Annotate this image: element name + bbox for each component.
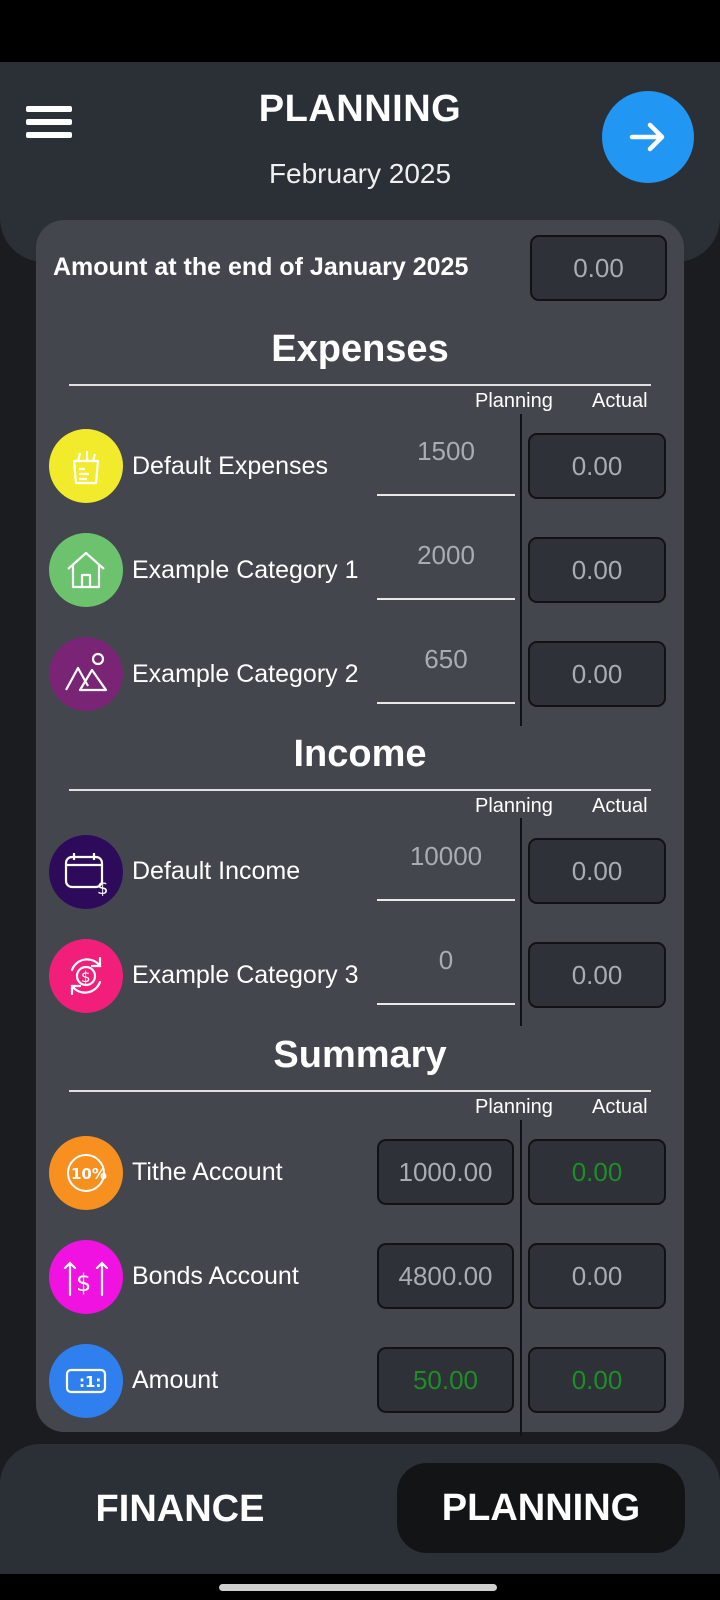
actual-field[interactable]: 0.00	[528, 1243, 666, 1309]
nav-finance-tab[interactable]: FINANCE	[60, 1464, 300, 1554]
category-name: Amount	[132, 1366, 219, 1394]
svg-text:10%: 10%	[71, 1165, 107, 1183]
opening-balance-field[interactable]: 0.00	[530, 235, 667, 301]
actual-column-header: Actual	[592, 1096, 648, 1118]
expenses-divider	[69, 384, 651, 386]
actual-field[interactable]: 0.00	[528, 1139, 666, 1205]
category-name: Example Category 3	[132, 961, 359, 989]
planning-field[interactable]: 1000.00	[377, 1139, 514, 1205]
next-month-button[interactable]	[602, 91, 694, 183]
summary-divider	[69, 1090, 651, 1092]
planning-input[interactable]: 650	[377, 638, 515, 704]
category-name: Default Income	[132, 857, 301, 885]
actual-field[interactable]: 0.00	[528, 1347, 666, 1413]
expenses-heading: Expenses	[271, 328, 449, 370]
income-heading: Income	[293, 733, 427, 775]
opening-balance-label: Amount at the end of January 2025	[53, 253, 469, 281]
planning-input[interactable]: 2000	[377, 534, 515, 600]
nav-planning-tab[interactable]: PLANNING	[397, 1463, 685, 1553]
banknote-icon: :1:	[49, 1344, 123, 1418]
status-bar	[0, 0, 720, 62]
planning-input[interactable]: 0	[377, 939, 515, 1005]
planning-field[interactable]: 4800.00	[377, 1243, 514, 1309]
arrow-right-icon	[629, 122, 665, 152]
svg-text:$: $	[81, 968, 91, 986]
actual-field[interactable]: 0.00	[528, 433, 666, 499]
gesture-handle[interactable]	[219, 1584, 497, 1591]
actual-column-header: Actual	[592, 390, 648, 412]
planning-column-header: Planning	[475, 390, 553, 412]
percent-badge-icon: 10%	[49, 1136, 123, 1210]
planning-input[interactable]: 10000	[377, 835, 515, 901]
actual-field[interactable]: 0.00	[528, 838, 666, 904]
dollar-exchange-icon: $	[49, 939, 123, 1013]
summary-heading: Summary	[273, 1034, 447, 1076]
planning-field[interactable]: 50.00	[377, 1347, 514, 1413]
svg-text:$: $	[76, 1269, 91, 1297]
actual-column-header: Actual	[592, 795, 648, 817]
svg-text:$: $	[97, 878, 108, 896]
actual-field[interactable]: 0.00	[528, 641, 666, 707]
actual-field[interactable]: 0.00	[528, 537, 666, 603]
category-name: Bonds Account	[132, 1262, 299, 1290]
planning-column-header: Planning	[475, 1096, 553, 1118]
column-divider	[520, 1120, 522, 1436]
planning-input[interactable]: 1500	[377, 430, 515, 496]
category-name: Tithe Account	[132, 1158, 283, 1186]
category-name: Example Category 1	[132, 556, 359, 584]
dollar-growth-icon: $	[49, 1240, 123, 1314]
house-icon	[49, 533, 123, 607]
category-name: Example Category 2	[132, 660, 359, 688]
svg-text::1:: :1:	[79, 1373, 101, 1391]
grocery-bag-icon	[49, 429, 123, 503]
actual-field[interactable]: 0.00	[528, 942, 666, 1008]
shapes-icon	[49, 637, 123, 711]
income-divider	[69, 789, 651, 791]
column-divider	[520, 414, 522, 726]
category-name: Default Expenses	[132, 452, 328, 480]
wallet-dollar-icon: $	[49, 835, 123, 909]
column-divider	[520, 818, 522, 1026]
planning-column-header: Planning	[475, 795, 553, 817]
